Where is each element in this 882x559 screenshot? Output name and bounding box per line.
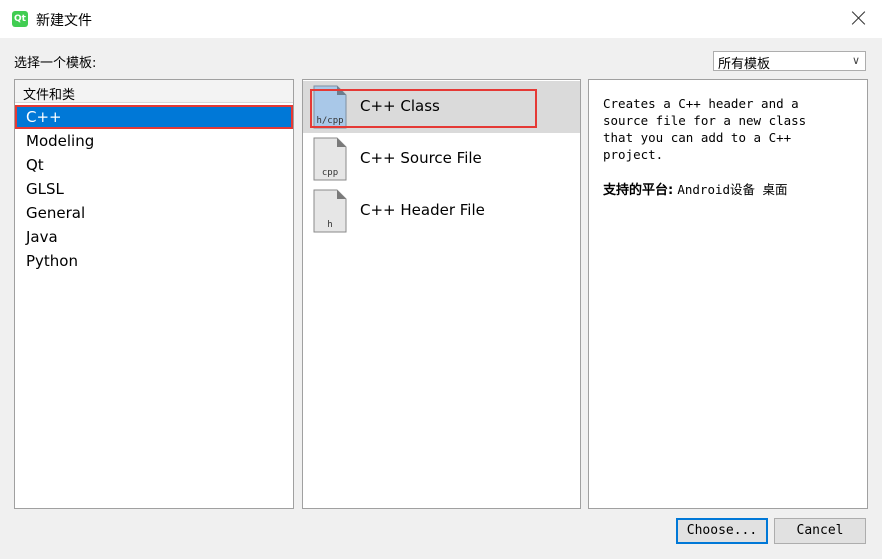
qt-creator-icon: Qt <box>12 11 28 27</box>
description-line: project. <box>603 147 664 162</box>
template-name: C++ Source File <box>360 149 482 167</box>
close-icon[interactable] <box>846 6 872 32</box>
template-filter-dropdown[interactable]: 所有模板 ∨ <box>713 51 866 72</box>
description-line: that you can add to a C++ <box>603 130 792 145</box>
window-title: 新建文件 <box>36 13 92 29</box>
template-filter-value: 所有模板 <box>718 57 771 72</box>
category-group-header: 文件和类 <box>15 80 293 103</box>
category-item-general[interactable]: General <box>26 202 85 224</box>
category-item-java[interactable]: Java <box>26 226 58 248</box>
category-item-cpp[interactable]: C++ <box>16 106 292 128</box>
category-item-glsl[interactable]: GLSL <box>26 178 64 200</box>
category-item-qt[interactable]: Qt <box>26 154 44 176</box>
category-group-label: 文件和类 <box>23 88 76 103</box>
svg-text:cpp: cpp <box>322 168 338 178</box>
description-line: source file for a new class <box>603 113 807 128</box>
source-file-icon: cpp <box>313 137 347 181</box>
template-item-cpp-class[interactable]: h/cpp C++ Class <box>303 81 580 133</box>
class-file-icon: h/cpp <box>313 85 347 129</box>
supported-platforms: 支持的平台: Android设备 桌面 <box>603 179 788 198</box>
description-line: Creates a C++ header and a <box>603 96 799 111</box>
platform-label: 支持的平台: <box>603 183 674 198</box>
category-item-modeling[interactable]: Modeling <box>26 130 94 152</box>
choose-button[interactable]: Choose... <box>676 518 768 544</box>
template-name: C++ Class <box>360 97 440 115</box>
svg-text:h: h <box>327 220 332 230</box>
chevron-down-icon: ∨ <box>851 54 860 67</box>
template-item-cpp-header[interactable]: h C++ Header File <box>303 185 580 237</box>
header-file-icon: h <box>313 189 347 233</box>
template-name: C++ Header File <box>360 201 485 219</box>
category-list[interactable]: 文件和类 C++ Modeling Qt GLSL General Java P… <box>14 79 294 509</box>
template-description: Creates a C++ header and a source file f… <box>603 95 853 163</box>
description-panel: Creates a C++ header and a source file f… <box>588 79 868 509</box>
choose-template-label: 选择一个模板: <box>14 56 97 71</box>
category-item-python[interactable]: Python <box>26 250 78 272</box>
cancel-button[interactable]: Cancel <box>774 518 866 544</box>
svg-text:h/cpp: h/cpp <box>316 116 343 126</box>
template-list[interactable]: h/cpp C++ Class cpp C++ Source File h C+… <box>302 79 581 509</box>
title-bar: Qt 新建文件 <box>0 0 882 38</box>
template-item-cpp-source[interactable]: cpp C++ Source File <box>303 133 580 185</box>
platform-values: Android设备 桌面 <box>677 182 788 197</box>
